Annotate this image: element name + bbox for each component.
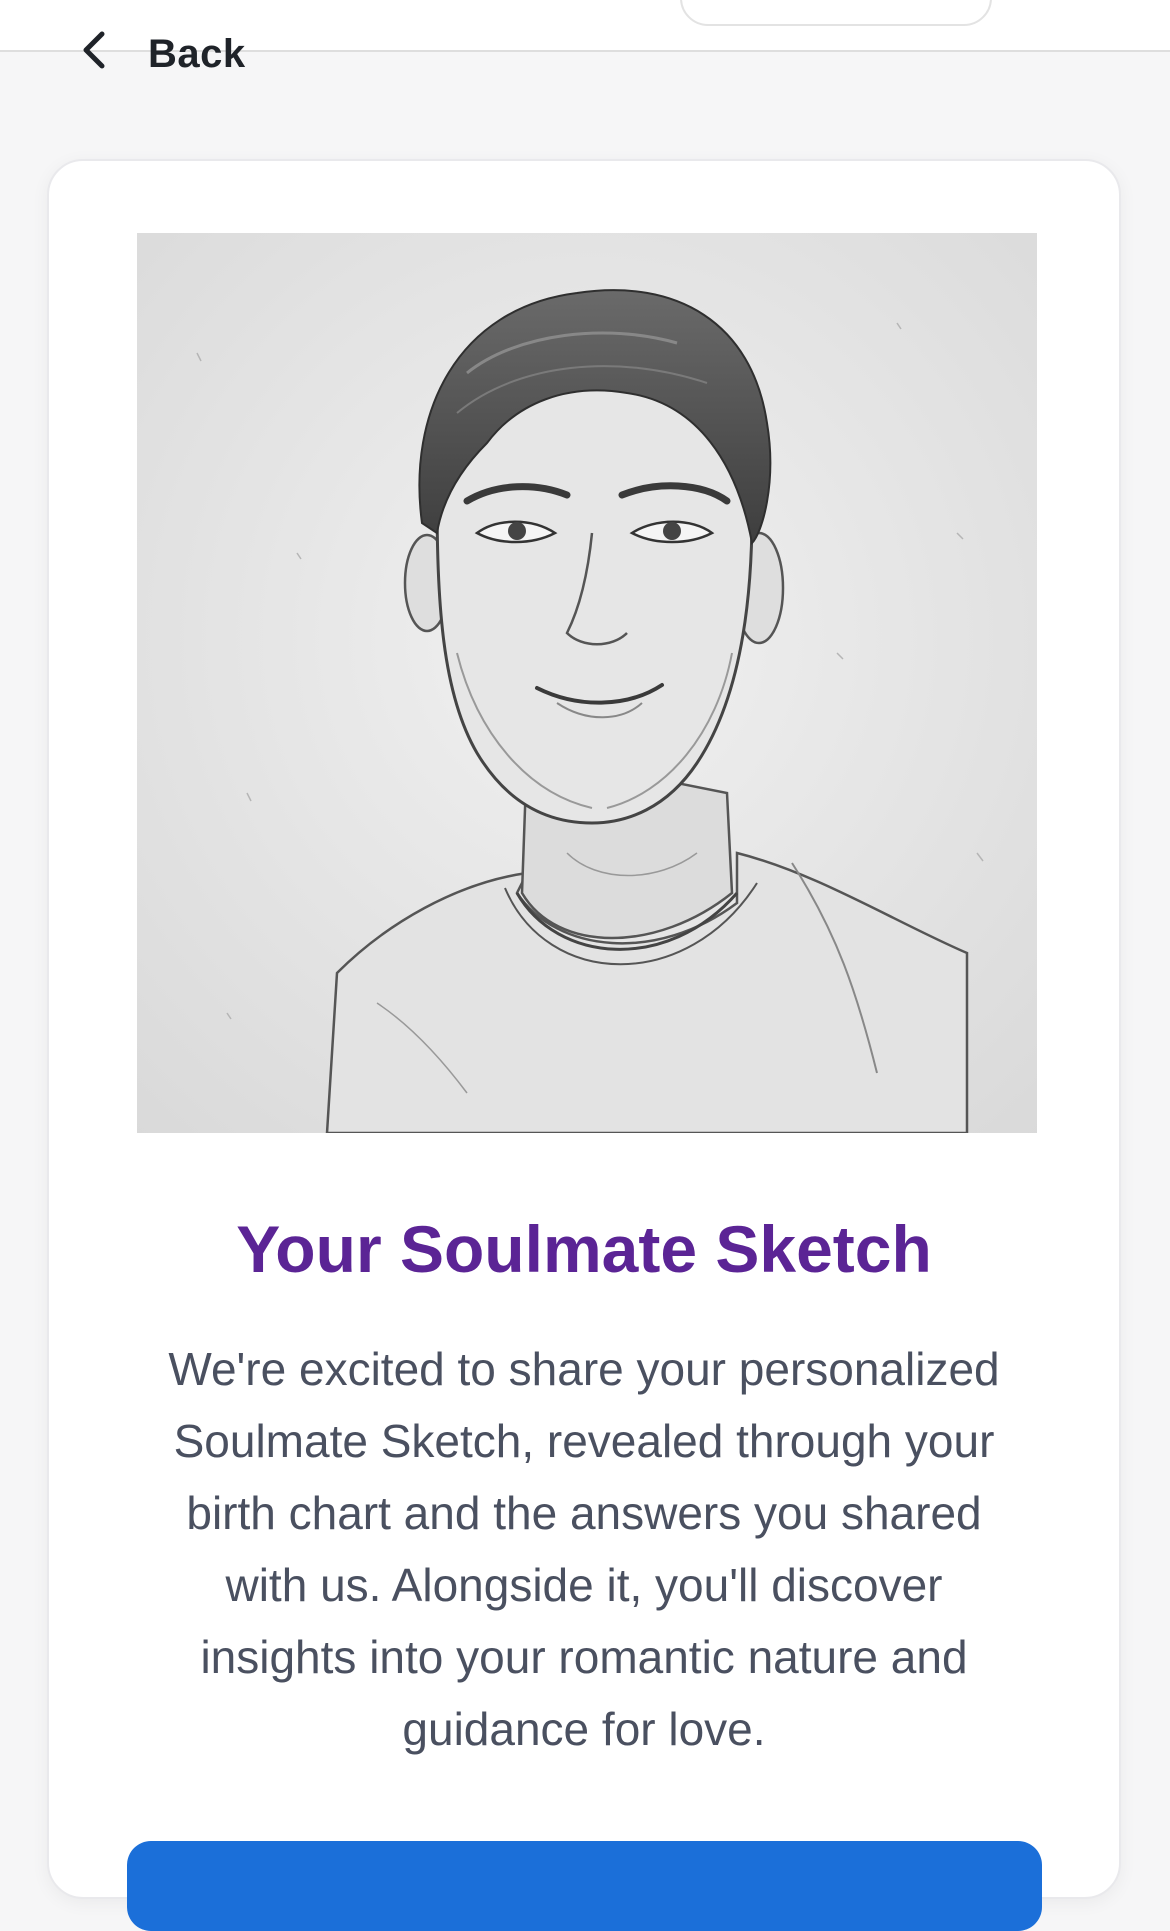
top-pill-button[interactable] [680,0,992,26]
soulmate-result-card: Your Soulmate Sketch We're excited to sh… [47,159,1121,1931]
chevron-left-icon [83,31,105,69]
back-label: Back [148,32,246,76]
result-description: We're excited to share your personalized… [168,1343,1000,1755]
portrait-sketch-icon [137,233,1037,1133]
primary-action-button[interactable] [127,1841,1042,1931]
soulmate-sketch-image [137,233,1037,1133]
result-title: Your Soulmate Sketch [236,1212,932,1286]
back-button[interactable]: Back [80,20,246,80]
